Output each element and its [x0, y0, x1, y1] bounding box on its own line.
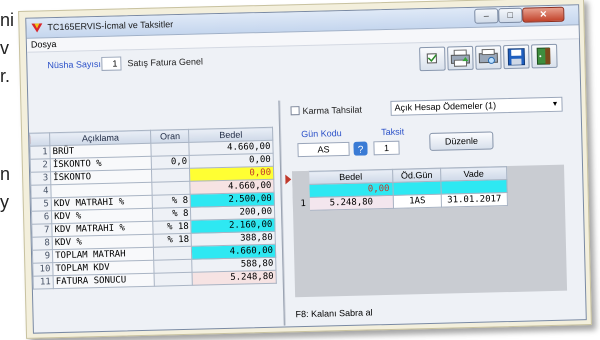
row-number: 1	[29, 145, 51, 160]
payment-type-select[interactable]: Açık Hesap Ödemeler (1) ▼	[390, 96, 563, 116]
row-oran[interactable]: 0,0	[151, 155, 190, 170]
app-logo-icon	[31, 23, 43, 33]
col-oran[interactable]: Oran	[150, 129, 190, 144]
row-number: 5	[31, 197, 52, 212]
totals-table: Açıklama Oran Bedel 1 BRÜT 4.660,00 2 İSKONT…	[29, 127, 277, 290]
row-oran[interactable]: % 8	[152, 194, 191, 209]
doc-type-label: Satış Fatura Genel	[127, 56, 204, 69]
installments-table: Bedel Öd.Gün Vade 0,00 1 5.248,80 1AS 31…	[292, 166, 508, 211]
gun-kodu-field[interactable]: AS	[297, 141, 350, 158]
row-number: 3	[30, 171, 51, 186]
row-number-header	[292, 171, 309, 185]
taksit-label: Taksit	[381, 126, 405, 138]
minimize-button[interactable]: –	[474, 8, 499, 24]
bg-text-2: v	[0, 38, 9, 58]
row-oran[interactable]: % 18	[153, 233, 192, 248]
checkbox-icon	[426, 53, 437, 64]
installment-vade[interactable]: 31.01.2017	[441, 192, 508, 208]
karma-tahsilat-label: Karma Tahsilat	[302, 104, 363, 117]
row-number: 4	[30, 184, 52, 199]
row-oran[interactable]: % 18	[153, 220, 192, 235]
close-button[interactable]: ✕	[522, 6, 565, 23]
payment-type-value: Açık Hesap Ödemeler (1)	[394, 100, 497, 113]
row-bedel[interactable]: 5.248,80	[192, 270, 277, 286]
summary-row-number	[292, 184, 310, 198]
row-oran[interactable]	[151, 168, 191, 183]
row-number: 11	[33, 275, 54, 290]
summary-odgun[interactable]	[392, 181, 442, 196]
installment-odgun[interactable]: 1AS	[393, 194, 442, 209]
row-oran[interactable]: % 8	[152, 207, 192, 222]
bg-text-4: n	[0, 164, 11, 184]
menu-dosya[interactable]: Dosya	[31, 39, 57, 50]
row-oran[interactable]	[153, 246, 193, 261]
app-window: TC165ERVIS-İcmal ve Taksitler – □ ✕ Dosy…	[25, 4, 587, 334]
row-number: 1	[293, 197, 310, 211]
installment-bedel[interactable]: 5.248,80	[309, 195, 394, 211]
gun-kodu-label: Gün Kodu	[301, 128, 342, 140]
panel-divider[interactable]	[278, 100, 286, 326]
print-preview-button[interactable]	[475, 45, 502, 70]
toolbar-check-button[interactable]	[419, 46, 446, 72]
duzenle-button[interactable]: Düzenle	[429, 131, 494, 151]
row-oran[interactable]	[154, 259, 193, 274]
col-odgun[interactable]: Öd.Gün	[392, 168, 441, 183]
row-oran[interactable]	[154, 272, 193, 287]
row-oran[interactable]	[152, 181, 191, 196]
print-icon	[450, 49, 470, 67]
nusha-label: Nüsha Sayısı	[47, 58, 102, 71]
print-button[interactable]	[447, 45, 474, 71]
bg-text-5: y	[0, 192, 9, 212]
row-number: 9	[32, 249, 53, 264]
nusha-field[interactable]: 1	[101, 56, 122, 71]
window-title: TC165ERVIS-İcmal ve Taksitler	[47, 19, 174, 33]
screenshot-frame: TC165ERVIS-İcmal ve Taksitler – □ ✕ Dosy…	[18, 0, 592, 339]
exit-icon	[536, 47, 551, 65]
row-number-header	[29, 132, 50, 147]
row-number: 7	[31, 223, 53, 238]
exit-button[interactable]	[531, 43, 558, 69]
row-aciklama[interactable]: FATURA SONUCU	[53, 273, 155, 289]
row-number: 2	[30, 158, 51, 173]
save-button[interactable]	[503, 44, 530, 70]
row-oran[interactable]	[151, 142, 190, 157]
row-indicator-icon	[285, 174, 292, 185]
chevron-down-icon: ▼	[551, 100, 559, 108]
taksit-field[interactable]: 1	[373, 140, 400, 156]
save-icon	[507, 48, 526, 66]
row-number: 10	[32, 262, 54, 277]
svg-text:?: ?	[358, 145, 364, 156]
row-number: 8	[32, 236, 53, 251]
karma-tahsilat-checkbox[interactable]	[290, 106, 300, 116]
footer-hint: F8: Kalanı Sabra al	[295, 307, 373, 320]
maximize-button[interactable]: □	[498, 7, 523, 24]
bg-text-3: r.	[0, 66, 11, 86]
print-preview-icon	[478, 48, 498, 64]
help-icon[interactable]: ?	[353, 141, 368, 156]
row-number: 6	[31, 210, 52, 225]
bg-text-1: ni	[0, 10, 15, 30]
